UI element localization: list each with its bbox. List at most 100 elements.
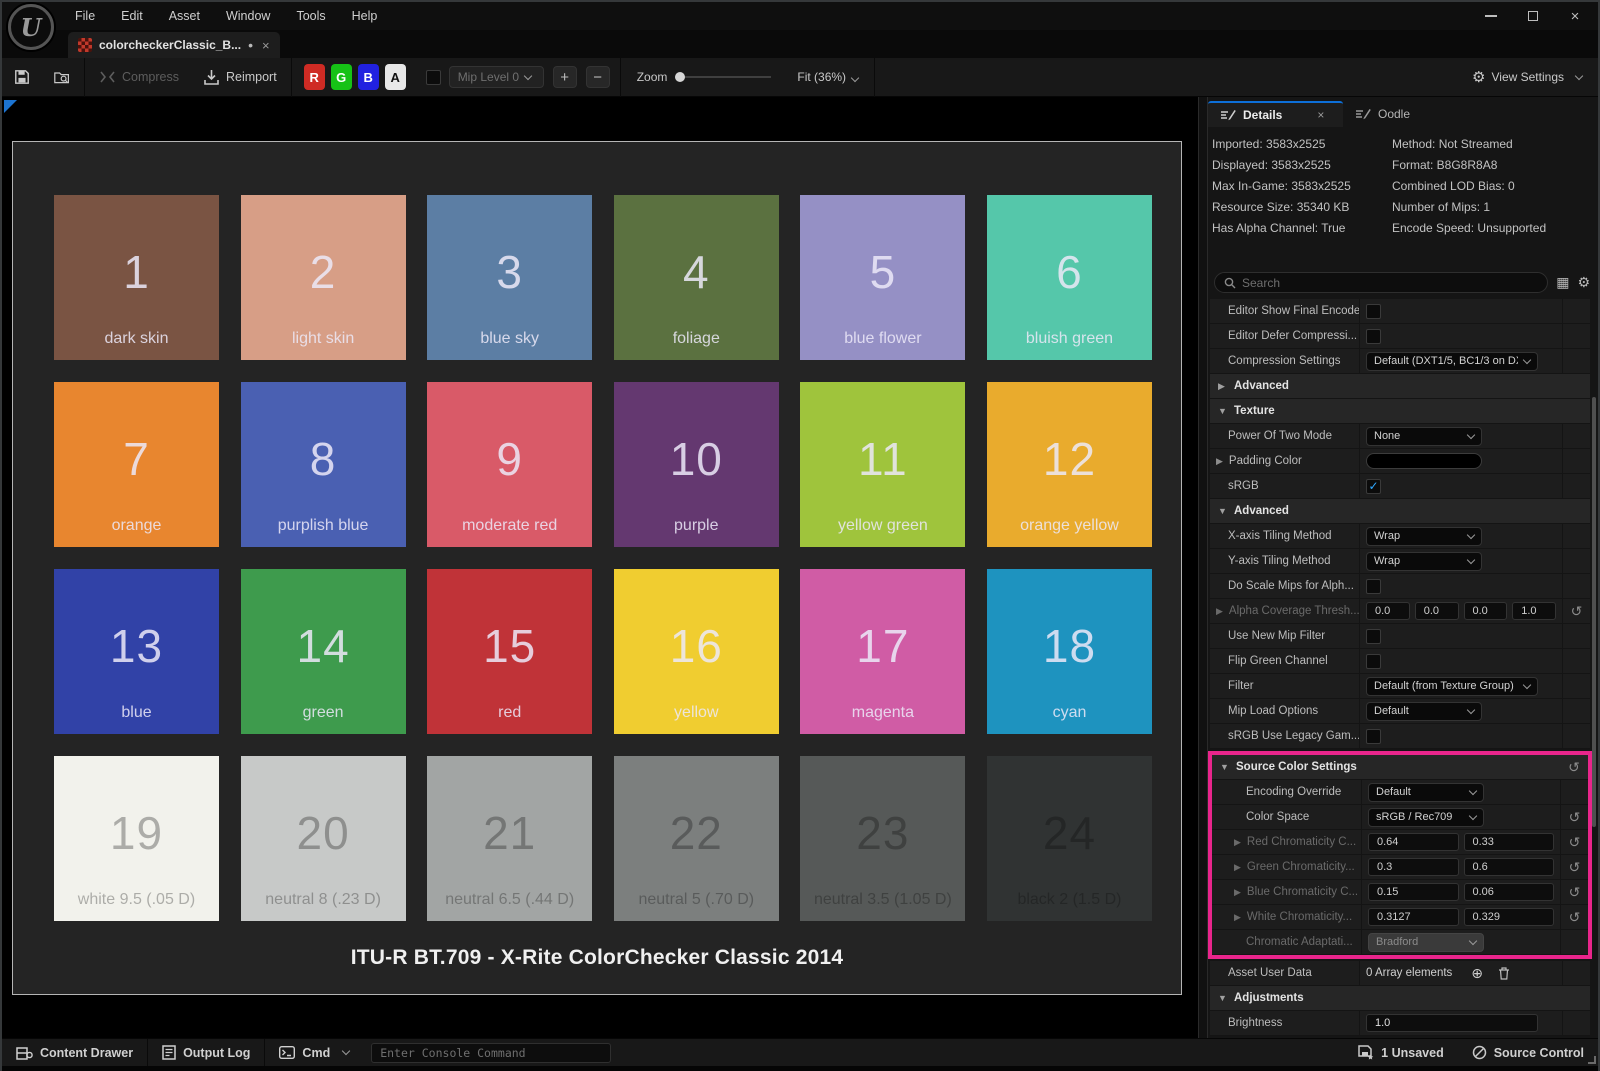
number-field[interactable]: 0.33 [1464,833,1555,851]
revert-icon[interactable]: ↺ [1562,599,1590,623]
channel-g-button[interactable]: G [331,64,352,90]
number-field[interactable]: 1.0 [1512,602,1556,620]
details-scrollbar[interactable] [1592,397,1596,827]
menu-item-asset[interactable]: Asset [156,2,213,30]
number-field[interactable]: 0.6 [1464,858,1555,876]
revert-icon[interactable]: ↺ [1560,855,1588,879]
expanded-arrow-icon[interactable]: ▼ [1220,762,1236,772]
dropdown[interactable]: Default (from Texture Group) [1366,677,1538,696]
checkbox[interactable] [1366,579,1381,594]
asset-tab-colorchecker[interactable]: colorcheckerClassic_B... • × [68,32,280,58]
tab-oodle[interactable]: Oodle [1343,101,1422,127]
number-field[interactable]: 0.3127 [1368,908,1459,926]
checkbox[interactable]: ✓ [1366,479,1381,494]
unreal-engine-logo-icon[interactable]: U [8,4,54,50]
checkbox[interactable] [1366,654,1381,669]
cmd-dropdown[interactable]: Cmd [265,1039,363,1066]
number-field[interactable]: 0.06 [1464,883,1555,901]
collapsed-arrow-icon[interactable]: ▶ [1218,381,1234,392]
view-settings-button[interactable]: ⚙ View Settings [1456,68,1598,86]
revert-icon[interactable]: ↺ [1560,759,1588,776]
collapsed-arrow-icon[interactable]: ▶ [1234,912,1241,923]
expanded-arrow-icon[interactable]: ▼ [1218,506,1234,516]
collapsed-arrow-icon[interactable]: ▶ [1216,456,1223,467]
dropdown[interactable]: Bradford [1368,933,1484,952]
menu-item-window[interactable]: Window [213,2,283,30]
menu-item-tools[interactable]: Tools [283,2,338,30]
collapsed-arrow-icon[interactable]: ▶ [1234,837,1241,848]
number-field[interactable]: 0.64 [1368,833,1459,851]
dropdown[interactable]: Default [1368,783,1484,802]
channel-r-button[interactable]: R [304,64,325,90]
number-field[interactable]: 0.3 [1368,858,1459,876]
checkbox[interactable] [1366,629,1381,644]
checkbox[interactable] [1366,729,1381,744]
dropdown[interactable]: None [1366,427,1482,446]
mip-increase-button[interactable]: + [553,66,577,88]
channel-b-button[interactable]: B [358,64,379,90]
checkbox[interactable] [1366,304,1381,319]
maximize-button[interactable] [1516,4,1550,28]
dropdown[interactable]: Wrap [1366,527,1482,546]
dropdown[interactable]: Default (DXT1/5, BC1/3 on DX [1366,352,1538,371]
number-field[interactable]: 0.329 [1464,908,1555,926]
category-row-advanced[interactable]: ▼Advanced [1210,499,1590,524]
revert-icon[interactable]: ↺ [1560,805,1588,829]
output-log-button[interactable]: Output Log [148,1039,264,1066]
menu-item-file[interactable]: File [62,2,108,30]
fit-dropdown[interactable]: Fit (36%) [797,70,858,84]
category-row-advanced[interactable]: ▶Advanced [1210,374,1590,399]
number-field[interactable]: 0.0 [1464,602,1508,620]
panel-splitter[interactable] [1198,97,1208,1038]
save-button[interactable] [2,58,42,97]
tab-details[interactable]: Details × [1208,101,1343,127]
revert-icon[interactable]: ↺ [1560,880,1588,904]
zoom-slider[interactable] [675,72,771,82]
settings-gear-icon[interactable]: ⚙ [1577,274,1590,291]
view-options-grid-icon[interactable]: ▦ [1556,274,1569,291]
add-element-icon[interactable]: ⊕ [1471,965,1483,982]
minimize-button[interactable] [1474,4,1508,28]
dropdown[interactable]: sRGB / Rec709 [1368,808,1484,827]
number-field[interactable]: 0.0 [1415,602,1459,620]
menu-item-help[interactable]: Help [339,2,391,30]
dropdown[interactable]: Wrap [1366,552,1482,571]
tab-close-icon[interactable]: × [262,38,270,53]
mip-level-checkbox[interactable] [426,70,441,85]
color-well[interactable] [1366,453,1482,469]
zoom-slider-knob[interactable] [675,72,685,82]
revert-icon[interactable]: ↺ [1560,905,1588,929]
checkbox[interactable] [1366,329,1381,344]
number-field[interactable]: 0.15 [1368,883,1459,901]
compress-button[interactable]: Compress [87,58,191,97]
revert-icon[interactable]: ↺ [1560,830,1588,854]
content-drawer-button[interactable]: Content Drawer [2,1039,147,1066]
color-swatch-6: 6bluish green [987,195,1152,360]
source-control-button[interactable]: Source Control [1458,1039,1598,1066]
unsaved-assets-button[interactable]: 1 Unsaved [1344,1039,1458,1066]
close-button[interactable]: × [1558,4,1592,28]
mip-decrease-button[interactable]: − [586,66,610,88]
search-input[interactable]: Search [1214,272,1548,293]
dropdown[interactable]: Default [1366,702,1482,721]
category-row-source-color-settings[interactable]: ▼Source Color Settings↺ [1212,755,1588,780]
console-command-input[interactable]: Enter Console Command [371,1043,611,1063]
channel-a-button[interactable]: A [385,64,406,90]
menu-item-edit[interactable]: Edit [108,2,156,30]
mip-level-dropdown[interactable]: Mip Level 0 [449,66,544,88]
browse-to-asset-button[interactable] [42,58,82,97]
delete-elements-icon[interactable] [1498,967,1510,980]
reimport-button[interactable]: Reimport [191,58,289,97]
collapsed-arrow-icon[interactable]: ▶ [1234,887,1241,898]
text-input[interactable]: 1.0 [1366,1014,1538,1032]
category-row-texture[interactable]: ▼Texture [1210,399,1590,424]
tab-close-icon[interactable]: × [1317,108,1324,122]
number-field[interactable]: 0.0 [1366,602,1410,620]
expanded-arrow-icon[interactable]: ▼ [1218,406,1234,416]
expanded-arrow-icon[interactable]: ▼ [1218,993,1234,1003]
texture-viewport[interactable]: 1dark skin2light skin3blue sky4foliage5b… [2,97,1198,1038]
collapsed-arrow-icon[interactable]: ▶ [1234,862,1241,873]
collapsed-arrow-icon[interactable]: ▶ [1216,606,1223,617]
category-row-adjustments[interactable]: ▼Adjustments [1210,986,1590,1011]
resize-grip[interactable] [1588,1056,1596,1064]
